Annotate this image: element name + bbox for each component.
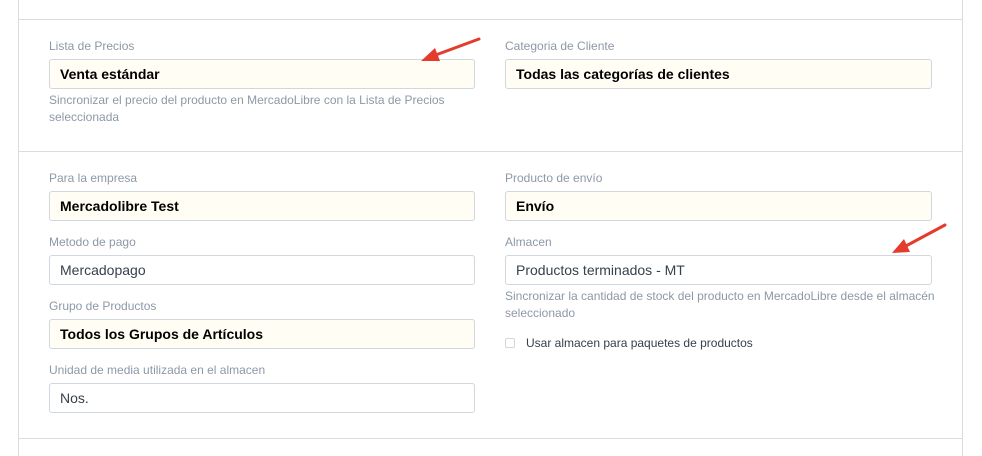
company-field[interactable]: Mercadolibre Test (49, 191, 475, 221)
red-arrow-icon (892, 223, 947, 253)
warehouse-field[interactable]: Productos terminados - MT (505, 255, 932, 285)
bundle-checkbox[interactable] (505, 338, 515, 348)
item-group-label: Grupo de Productos (49, 299, 157, 313)
price-list-help: Sincronizar el precio del producto en Me… (49, 93, 445, 124)
customer-category-label: Categoria de Cliente (505, 39, 615, 53)
shipping-item-label: Producto de envío (505, 171, 603, 185)
shipping-item-field[interactable]: Envío (505, 191, 932, 221)
red-arrow-icon (421, 37, 481, 61)
company-label: Para la empresa (49, 171, 138, 185)
bundle-checkbox-label: Usar almacen para paquetes de productos (526, 336, 753, 350)
section-divider-middle (18, 151, 963, 152)
payment-method-label: Metodo de pago (49, 235, 136, 249)
customer-category-field[interactable]: Todas las categorías de clientes (505, 59, 932, 89)
payment-method-field[interactable]: Mercadopago (49, 255, 475, 285)
item-group-field[interactable]: Todos los Grupos de Artículos (49, 319, 475, 349)
price-list-label: Lista de Precios (49, 39, 135, 53)
warehouse-label: Almacen (505, 235, 552, 249)
uom-field[interactable]: Nos. (49, 383, 475, 413)
price-list-field[interactable]: Venta estándar (49, 59, 475, 89)
section-divider-top (18, 19, 963, 20)
section-divider-bottom (18, 438, 963, 439)
uom-label: Unidad de media utilizada en el almacen (49, 363, 266, 377)
bundle-checkbox-row[interactable]: Usar almacen para paquetes de productos (505, 336, 753, 350)
warehouse-help: Sincronizar la cantidad de stock del pro… (505, 289, 935, 320)
